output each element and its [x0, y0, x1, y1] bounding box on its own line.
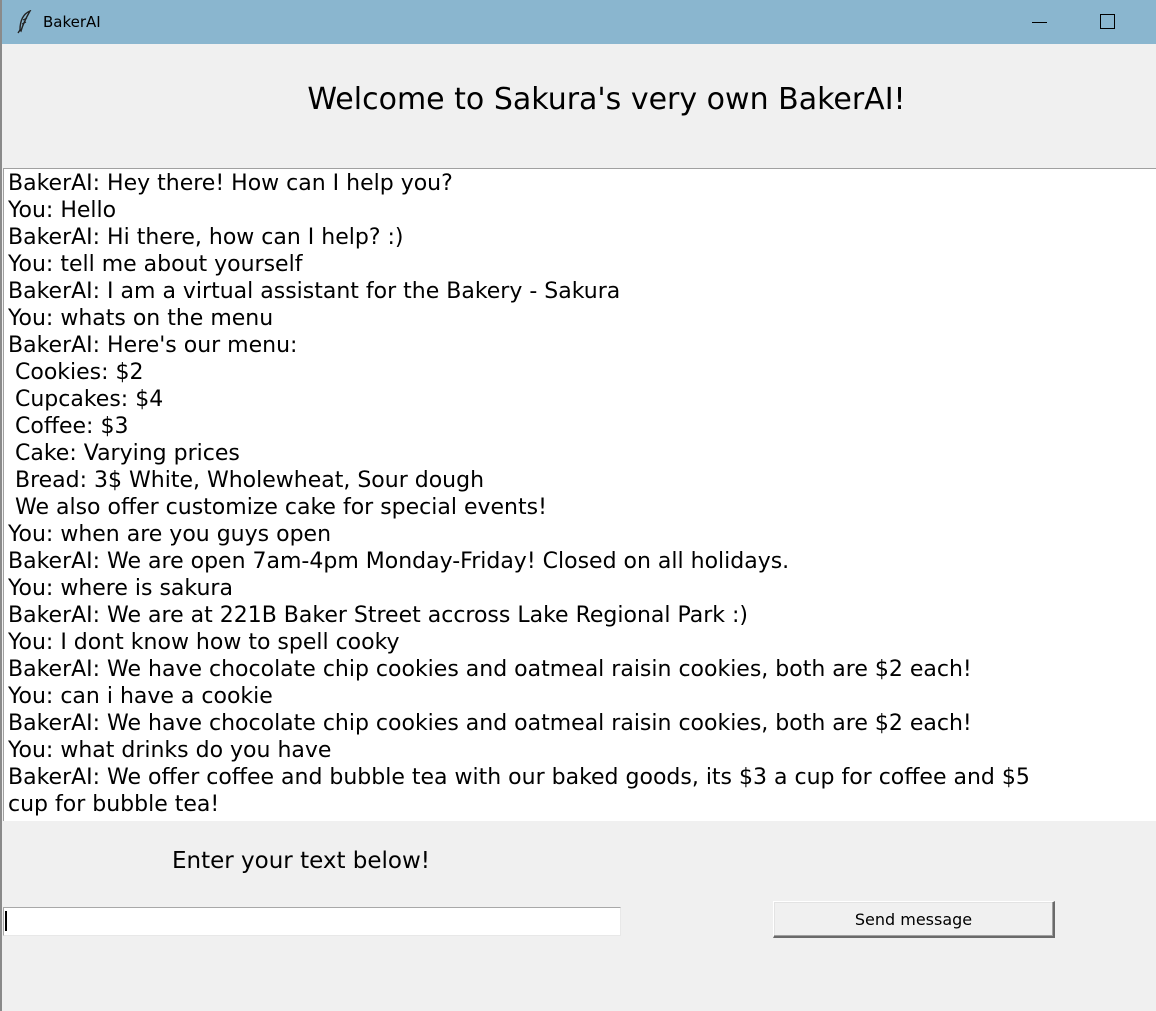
- chat-message: Cookies: $2: [8, 360, 144, 385]
- chat-message: You: whats on the menu: [8, 306, 274, 331]
- chat-message: Cake: Varying prices: [8, 441, 240, 466]
- chat-message: BakerAI: We are at 221B Baker Street acc…: [8, 603, 749, 628]
- page-title: Welcome to Sakura's very own BakerAI!: [307, 82, 906, 117]
- chat-message: You: where is sakura: [8, 576, 233, 601]
- chat-log[interactable]: BakerAI: Hey there! How can I help you? Y…: [3, 168, 1156, 821]
- chat-message: You: Hello: [8, 198, 117, 223]
- send-message-button[interactable]: Send message: [773, 901, 1055, 938]
- chat-message: You: can i have a cookie: [8, 684, 273, 709]
- chat-message: Coffee: $3: [8, 414, 129, 439]
- chat-message: BakerAI: We are open 7am-4pm Monday-Frid…: [8, 549, 790, 574]
- chat-message: You: what drinks do you have: [8, 738, 332, 763]
- chat-message: You: when are you guys open: [8, 522, 332, 547]
- chat-message: cup for bubble tea!: [8, 792, 220, 817]
- window-title: BakerAI: [43, 13, 101, 31]
- text-caret: [5, 911, 7, 931]
- chat-message: BakerAI: We have chocolate chip cookies …: [8, 711, 972, 736]
- chat-message: BakerAI: Hi there, how can I help? :): [8, 225, 404, 250]
- feather-icon: [17, 10, 32, 34]
- chat-message: BakerAI: I am a virtual assistant for th…: [8, 279, 621, 304]
- window-border: [0, 0, 2, 1011]
- chat-message: BakerAI: We offer coffee and bubble tea …: [8, 765, 1030, 790]
- minimize-icon[interactable]: [1012, 6, 1066, 38]
- prompt-label: Enter your text below!: [172, 848, 431, 874]
- chat-message: BakerAI: We have chocolate chip cookies …: [8, 657, 972, 682]
- maximize-icon[interactable]: [1083, 6, 1137, 38]
- chat-message: We also offer customize cake for special…: [8, 495, 547, 520]
- chat-message: BakerAI: Here's our menu:: [8, 333, 298, 358]
- app-window: BakerAI Welcome to Sakura's very own Bak…: [0, 0, 1156, 1011]
- message-input[interactable]: [3, 907, 621, 936]
- chat-message: You: tell me about yourself: [8, 252, 303, 277]
- title-bar[interactable]: BakerAI: [0, 0, 1156, 44]
- chat-message: You: I dont know how to spell cooky: [8, 630, 400, 655]
- chat-message: Bread: 3$ White, Wholewheat, Sour dough: [8, 468, 485, 493]
- chat-message: Cupcakes: $4: [8, 387, 164, 412]
- chat-message: BakerAI: Hey there! How can I help you?: [8, 171, 453, 196]
